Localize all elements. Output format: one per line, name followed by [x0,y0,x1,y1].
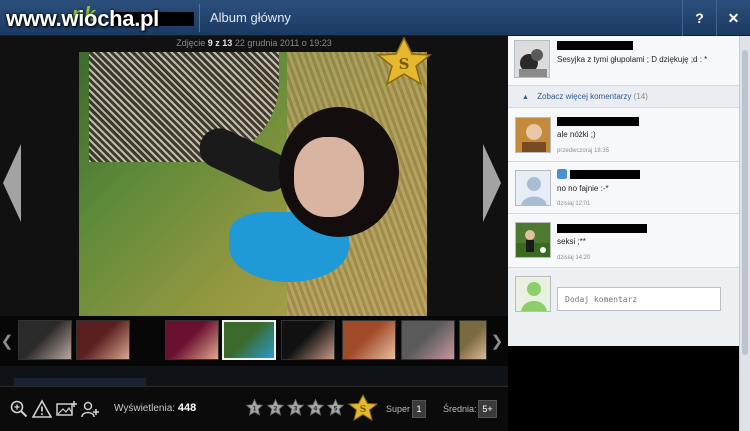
comment-item: seksi ;** dzisiaj 14:20 [508,214,739,268]
comment-text: ale nóżki ;) [557,130,596,139]
filmstrip-thumbnail[interactable] [281,320,335,360]
svg-text:S: S [360,405,367,415]
close-button[interactable]: ✕ [716,0,750,36]
svg-text:S: S [399,55,410,73]
filmstrip-thumbnail[interactable] [401,320,455,360]
site-watermark: www.wiocha.pl [6,6,159,31]
rating-star-icon[interactable]: 1 [245,398,264,416]
gift-badge-icon [557,169,567,179]
super-count: 1 [412,400,426,418]
rating-star-icon[interactable]: 4 [306,398,325,416]
rating-star-icon[interactable]: 5 [326,398,345,416]
main-photo[interactable] [79,52,427,316]
panel-ad-area [508,346,739,431]
super-rating-star-icon[interactable]: S [343,393,383,422]
next-photo-arrow-icon[interactable] [481,142,503,224]
scrollbar[interactable] [739,36,750,431]
comment-text: no no fajnie :-* [557,184,609,193]
censored-username [570,170,640,179]
photo-index: 9 z 13 [207,38,233,48]
views-label: Wyświetlenia: [114,403,176,414]
filmstrip-thumbnail[interactable] [342,320,396,360]
more-comments-count: (14) [633,92,648,101]
avatar[interactable] [515,222,551,258]
censored-username [557,41,633,50]
add-photo-icon[interactable] [56,399,78,419]
comment-text: seksi ;** [557,237,586,246]
avatar [515,276,551,312]
rating-star-icon[interactable]: 3 [286,398,305,416]
svg-text:5: 5 [333,406,337,413]
filmstrip-thumbnail[interactable] [459,320,487,360]
filmstrip-thumbnail[interactable] [18,320,72,360]
svg-text:1: 1 [252,406,256,413]
comment-text: Sesyjka z tymi głupolami ; D dziękuję ;d… [557,55,708,64]
tag-person-icon[interactable] [80,399,100,419]
views-counter: Wyświetlenia: 448 [114,402,196,414]
filmstrip-thumbnail[interactable] [222,320,276,360]
comment-date: dzisiaj 14:20 [557,255,591,261]
avatar[interactable] [515,117,551,153]
album-title: Album główny [199,4,291,32]
viewer-header: nk www.wiocha.pl Album główny ? ✕ [0,0,750,36]
avatar[interactable] [514,40,550,78]
rating-star-icon[interactable]: 2 [266,398,285,416]
photo-date: 22 grudnia 2011 o 19:23 [234,38,332,48]
filmstrip-thumbnail[interactable] [165,320,219,360]
super-label: Super [386,404,411,414]
filmstrip-next-icon[interactable]: ❯ [490,332,504,352]
report-icon[interactable] [31,399,53,419]
more-comments-link[interactable]: ▲ Zobacz więcej komentarzy (14) [508,86,739,108]
super-badge-star-icon: S [366,36,442,88]
svg-text:3: 3 [293,406,297,413]
zoom-icon[interactable] [9,399,29,419]
svg-text:2: 2 [273,406,277,413]
average-label: Średnia: [443,404,477,414]
filmstrip-prev-icon[interactable]: ❮ [0,332,14,352]
comment-date: przedwczoraj 18:35 [557,148,610,154]
censored-username [557,117,639,126]
average-value: 5+ [478,400,497,418]
avatar[interactable] [515,170,551,206]
more-comments-label: Zobacz więcej komentarzy [537,92,632,101]
chevron-up-icon: ▲ [522,94,529,101]
comment-item: no no fajnie :-* dzisiaj 12:01 [508,162,739,214]
comment-input[interactable] [557,287,721,311]
owner-comment: Sesyjka z tymi głupolami ; D dziękuję ;d… [508,36,739,86]
help-button[interactable]: ? [682,0,716,36]
previous-photo-arrow-icon[interactable] [1,142,23,224]
censored-username [557,224,647,233]
filmstrip-thumbnail[interactable] [76,320,130,360]
svg-text:4: 4 [313,406,317,413]
comment-date: dzisiaj 12:01 [557,201,591,207]
views-value: 448 [177,402,197,414]
photo-label: Zdjęcie [176,38,206,48]
comment-item: ale nóżki ;) przedwczoraj 18:35 [508,108,739,162]
